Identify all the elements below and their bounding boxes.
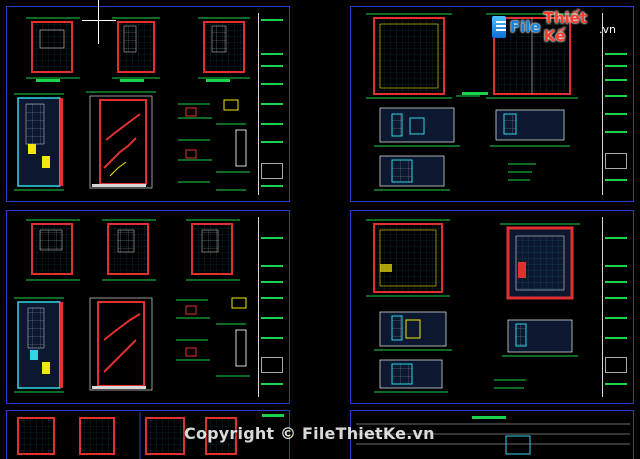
cad-drawings (14, 13, 630, 459)
cursor-crosshair (82, 20, 116, 21)
section-tall (14, 297, 64, 393)
elevation (374, 311, 452, 351)
detail-callouts (176, 297, 250, 377)
floor-plan-small (26, 17, 80, 82)
cad-drawing-canvas: File Thiết Kế .vn Copyright © FileThietK… (0, 0, 640, 459)
brand-name-file: File (509, 18, 541, 36)
detail-callouts (178, 99, 250, 191)
elevation (374, 359, 448, 393)
stair-section (89, 297, 153, 391)
elevation (374, 155, 450, 191)
brand-name-thietke: Thiết Kế (543, 9, 588, 45)
floor-plan-small (112, 17, 160, 82)
file-icon (492, 16, 506, 38)
stair-section (86, 91, 156, 189)
floor-plan-small (26, 219, 80, 281)
floor-plan-large (500, 223, 580, 300)
elevation (490, 109, 570, 147)
elevation (502, 319, 578, 357)
section-tall (14, 93, 64, 191)
copyright-watermark: Copyright © FileThietKe.vn (184, 424, 435, 443)
floor-plan-large (366, 219, 450, 297)
floor-plan-small (186, 219, 240, 281)
floor-plan-small (102, 219, 156, 281)
legend-notes (494, 379, 526, 389)
brand-domain: .vn (599, 22, 616, 36)
floor-plan-small (198, 17, 250, 82)
cursor-crosshair (98, 0, 99, 44)
floor-plan-large (366, 13, 488, 99)
brand-logo: File Thiết Kế .vn (492, 9, 616, 45)
elevation (374, 107, 460, 147)
